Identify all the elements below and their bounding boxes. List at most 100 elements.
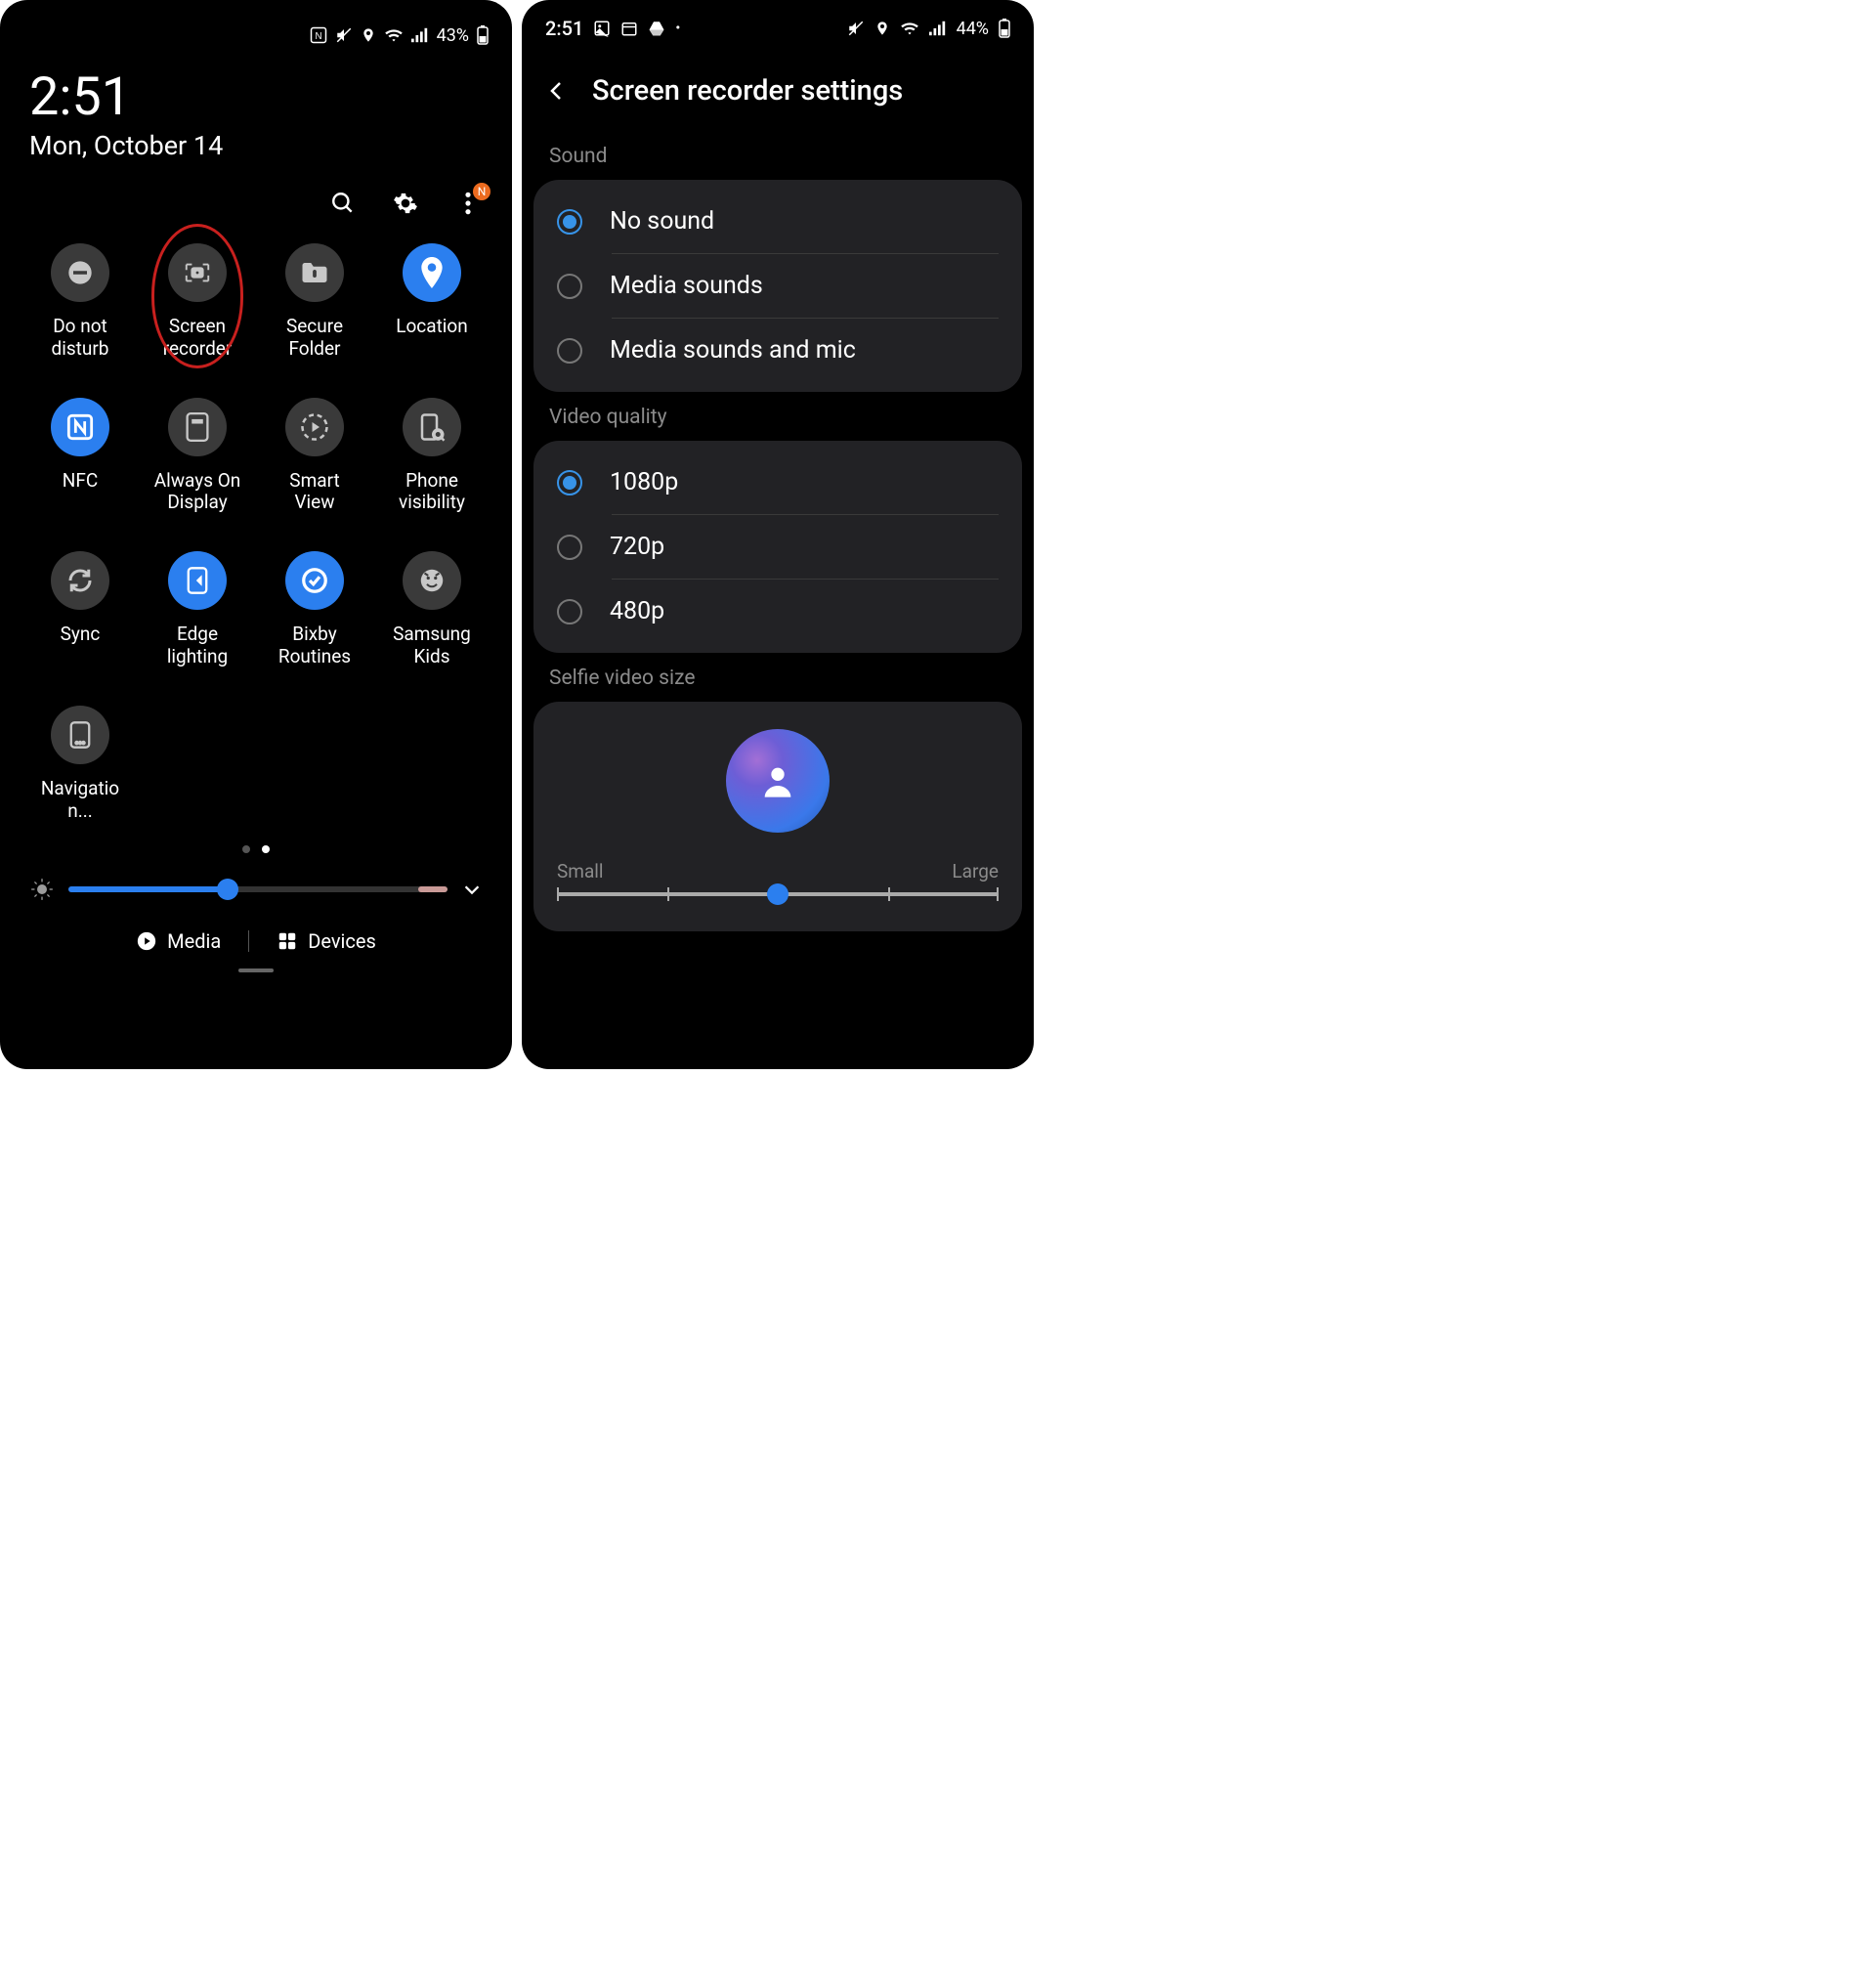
location-icon [361, 26, 376, 44]
signal-icon [929, 21, 947, 36]
sound-option[interactable]: Media sounds and mic [533, 319, 1022, 382]
quality-option[interactable]: 480p [533, 580, 1022, 643]
status-time: 2:51 [545, 17, 583, 40]
qs-tile-label: Do not disturb [52, 316, 109, 361]
status-bar: N 43% [0, 0, 512, 57]
svg-text:N: N [315, 31, 321, 42]
section-sound-label: Sound [522, 131, 1034, 180]
edge-icon [168, 551, 227, 610]
radio-label: Media sounds and mic [610, 336, 856, 365]
radio-icon [557, 599, 582, 624]
quality-option[interactable]: 1080p [533, 451, 1022, 514]
qs-tile-label: Screen recorder [163, 316, 233, 361]
panel-actions: N [0, 181, 512, 236]
radio-label: 720p [610, 533, 664, 561]
mute-icon [847, 20, 865, 37]
settings-screen: 2:51 • 44% Screen recorder settings Soun… [522, 0, 1034, 1069]
media-button[interactable]: Media [136, 929, 221, 953]
panel-handle[interactable] [238, 968, 274, 972]
selfie-size-slider[interactable] [557, 892, 999, 896]
qs-tile-kids[interactable]: Samsung Kids [373, 551, 490, 668]
qs-tile-visibility[interactable]: Phone visibility [373, 398, 490, 515]
sync-icon [51, 551, 109, 610]
settings-header: Screen recorder settings [522, 57, 1034, 131]
quality-option[interactable]: 720p [533, 515, 1022, 579]
size-labels: Small Large [557, 860, 999, 882]
radio-icon [557, 209, 582, 235]
section-selfie-label: Selfie video size [522, 653, 1034, 702]
qs-tile-label: Location [396, 316, 468, 359]
qs-tile-label: Samsung Kids [393, 624, 471, 668]
location-icon [403, 243, 461, 302]
navbar-icon [51, 706, 109, 764]
screenrec-icon [168, 243, 227, 302]
clock-block: 2:51 Mon, October 14 [0, 57, 512, 181]
section-quality-label: Video quality [522, 392, 1034, 441]
qs-tile-label: Secure Folder [286, 316, 343, 361]
settings-button[interactable] [391, 189, 420, 218]
radio-label: Media sounds [610, 272, 763, 300]
qs-tile-aod[interactable]: Always On Display [139, 398, 256, 515]
radio-label: 480p [610, 597, 664, 625]
drive-icon [648, 20, 665, 37]
back-button[interactable] [545, 79, 569, 103]
location-icon [874, 20, 890, 37]
qs-tile-navbar[interactable]: Navigatio n... [21, 706, 139, 823]
qs-tile-location[interactable]: Location [373, 243, 490, 361]
radio-icon [557, 274, 582, 299]
kids-icon [403, 551, 461, 610]
bottom-separator [248, 930, 249, 952]
radio-icon [557, 338, 582, 364]
radio-label: 1080p [610, 468, 678, 496]
brightness-icon [29, 877, 55, 902]
battery-percent: 44% [957, 19, 989, 39]
brightness-slider[interactable] [68, 886, 448, 892]
settings-title: Screen recorder settings [592, 74, 903, 108]
page-indicator[interactable] [0, 832, 512, 867]
expand-button[interactable] [461, 879, 483, 900]
selfie-size-card: Small Large [533, 702, 1022, 931]
sound-option[interactable]: Media sounds [533, 254, 1022, 318]
size-small-label: Small [557, 860, 604, 882]
page-dot-1[interactable] [242, 845, 250, 853]
radio-label: No sound [610, 207, 714, 236]
bottom-row: Media Devices [0, 912, 512, 968]
visibility-icon [403, 398, 461, 456]
qs-tile-dnd[interactable]: Do not disturb [21, 243, 139, 361]
qs-tile-edge[interactable]: Edge lighting [139, 551, 256, 668]
radio-icon [557, 535, 582, 560]
mute-icon [335, 26, 353, 44]
sound-option[interactable]: No sound [533, 190, 1022, 253]
qs-tile-label: Always On Display [154, 470, 241, 515]
qs-tile-screenrec[interactable]: Screen recorder [139, 243, 256, 361]
nfc-icon [51, 398, 109, 456]
panel-date: Mon, October 14 [29, 130, 483, 161]
qs-tile-bixby[interactable]: Bixby Routines [256, 551, 373, 668]
search-button[interactable] [328, 189, 358, 218]
qs-tile-nfc[interactable]: NFC [21, 398, 139, 515]
more-button[interactable]: N [453, 189, 483, 218]
qs-tile-label: NFC [63, 470, 98, 513]
qs-tile-folder[interactable]: Secure Folder [256, 243, 373, 361]
size-large-label: Large [952, 860, 999, 882]
qs-tile-label: Edge lighting [167, 624, 228, 668]
qs-tile-sync[interactable]: Sync [21, 551, 139, 668]
status-bar: 2:51 • 44% [522, 0, 1034, 57]
quality-options-card: 1080p 720p 480p [533, 441, 1022, 653]
quick-settings-grid: Do not disturb Screen recorder Secure Fold… [0, 236, 512, 832]
calendar-icon [620, 20, 638, 37]
qs-tile-label: Bixby Routines [278, 624, 351, 668]
radio-icon [557, 470, 582, 495]
gallery-icon [593, 20, 611, 37]
dnd-icon [51, 243, 109, 302]
devices-label: Devices [308, 929, 376, 953]
battery-icon [999, 19, 1010, 38]
devices-button[interactable]: Devices [277, 929, 376, 953]
selfie-preview [726, 729, 830, 833]
smartview-icon [285, 398, 344, 456]
brightness-row [0, 867, 512, 912]
battery-percent: 43% [437, 25, 469, 46]
qs-tile-smartview[interactable]: Smart View [256, 398, 373, 515]
page-dot-2[interactable] [262, 845, 270, 853]
sound-options-card: No sound Media sounds Media sounds and mic [533, 180, 1022, 392]
